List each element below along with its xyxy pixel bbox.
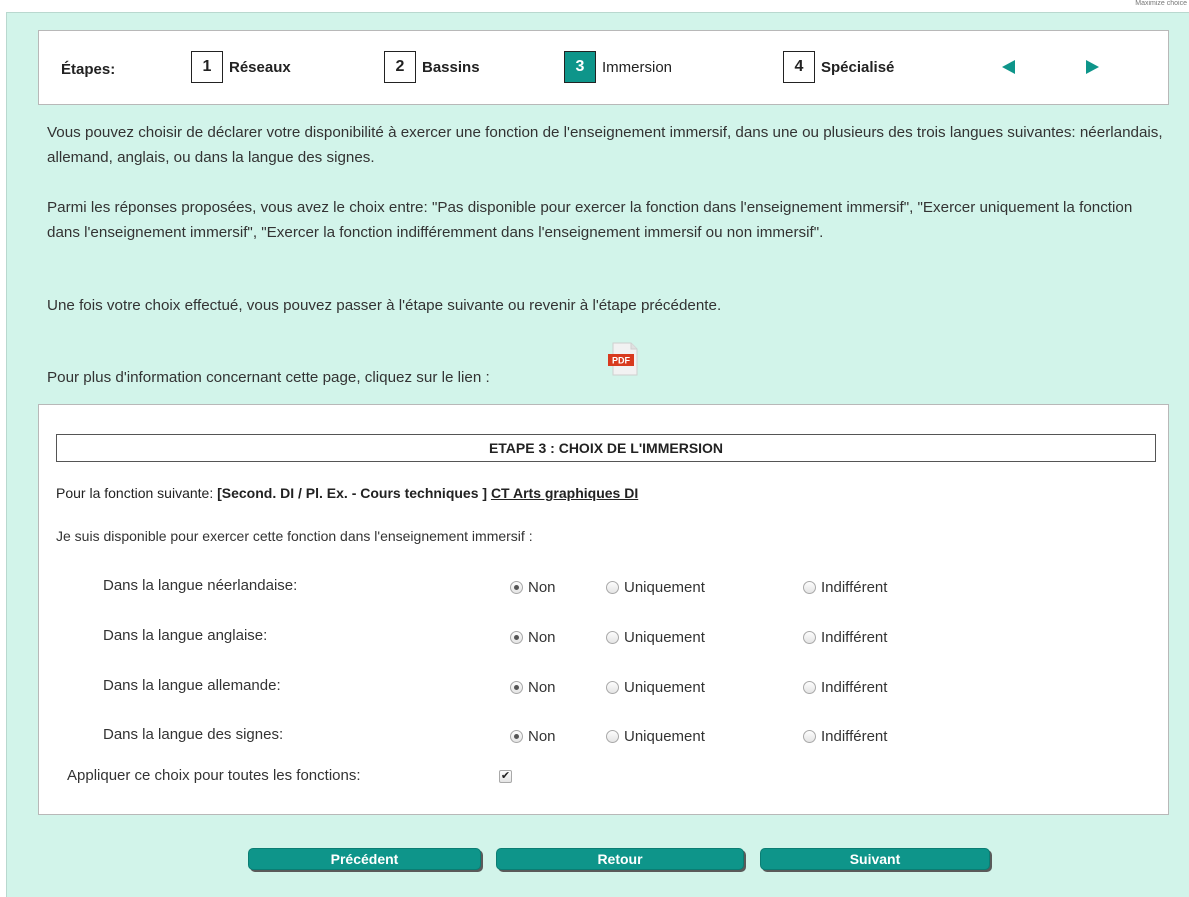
step-2-label: Bassins xyxy=(422,58,480,76)
intro-paragraph-1: Vous pouvez choisir de déclarer votre di… xyxy=(47,124,1163,166)
radio-option-indifferent[interactable]: Indifférent xyxy=(803,679,887,696)
row-label: Dans la langue néerlandaise: xyxy=(103,577,298,594)
radio-label: Uniquement xyxy=(624,579,705,596)
radio-option-non[interactable]: Non xyxy=(510,728,556,745)
radio-button[interactable] xyxy=(803,730,816,743)
radio-button[interactable] xyxy=(803,681,816,694)
radio-option-uniquement[interactable]: Uniquement xyxy=(606,629,705,646)
radio-label: Uniquement xyxy=(624,728,705,745)
radio-label: Indifférent xyxy=(821,679,888,696)
radio-label: Indifférent xyxy=(821,629,888,646)
language-row-english: Dans la langue anglaise: Non Uniquement … xyxy=(39,625,1170,649)
steps-bar: Étapes: 1 Réseaux 2 Bassins 3 Immersion … xyxy=(38,30,1169,105)
radio-button[interactable] xyxy=(510,681,523,694)
availability-text: Je suis disponible pour exercer cette fo… xyxy=(56,528,533,544)
radio-button[interactable] xyxy=(606,581,619,594)
radio-option-non[interactable]: Non xyxy=(510,679,556,696)
row-label: Dans la langue allemande: xyxy=(103,677,281,694)
radio-label: Non xyxy=(528,679,556,696)
radio-option-uniquement[interactable]: Uniquement xyxy=(606,579,705,596)
step-2[interactable]: 2 Bassins xyxy=(384,51,480,83)
next-button[interactable]: Suivant xyxy=(760,848,990,870)
back-button[interactable]: Retour xyxy=(496,848,744,870)
step-4-number: 4 xyxy=(783,51,815,83)
previous-step-arrow-icon[interactable] xyxy=(1002,60,1015,74)
radio-option-non[interactable]: Non xyxy=(510,579,556,596)
corner-text: Maximize choice xyxy=(1135,0,1187,7)
radio-option-uniquement[interactable]: Uniquement xyxy=(606,728,705,745)
pdf-icon-label: PDF xyxy=(612,356,631,366)
radio-option-non[interactable]: Non xyxy=(510,629,556,646)
step-1[interactable]: 1 Réseaux xyxy=(191,51,291,83)
step-4-label: Spécialisé xyxy=(821,58,895,76)
intro-paragraph-3: Une fois votre choix effectué, vous pouv… xyxy=(47,297,722,314)
step-3-label: Immersion xyxy=(602,58,673,76)
row-label: Dans la langue des signes: xyxy=(103,726,284,743)
step-2-number: 2 xyxy=(384,51,416,83)
radio-button[interactable] xyxy=(803,631,816,644)
radio-button[interactable] xyxy=(510,631,523,644)
radio-option-indifferent[interactable]: Indifférent xyxy=(803,579,887,596)
radio-button[interactable] xyxy=(803,581,816,594)
radio-button[interactable] xyxy=(606,730,619,743)
radio-label: Non xyxy=(528,629,556,646)
row-label: Dans la langue anglaise: xyxy=(103,627,268,644)
function-prefix: Pour la fonction suivante: xyxy=(56,485,218,501)
apply-all-label: Appliquer ce choix pour toutes les fonct… xyxy=(67,767,361,784)
step-3[interactable]: 3 Immersion xyxy=(564,51,672,83)
apply-all-checkbox[interactable]: ✔ xyxy=(499,770,512,783)
radio-option-indifferent[interactable]: Indifférent xyxy=(803,629,887,646)
radio-label: Indifférent xyxy=(821,728,888,745)
radio-button[interactable] xyxy=(606,681,619,694)
pdf-icon[interactable]: PDF xyxy=(605,341,643,379)
immersion-panel: ETAPE 3 : CHOIX DE L'IMMERSION Pour la f… xyxy=(38,404,1169,815)
previous-button[interactable]: Précédent xyxy=(248,848,481,870)
language-row-dutch: Dans la langue néerlandaise: Non Uniquem… xyxy=(39,575,1170,599)
radio-button[interactable] xyxy=(510,581,523,594)
step-3-number: 3 xyxy=(564,51,596,83)
radio-label: Non xyxy=(528,579,556,596)
intro-paragraph-2: Parmi les réponses proposées, vous avez … xyxy=(47,199,1133,241)
step-4[interactable]: 4 Spécialisé xyxy=(783,51,894,83)
radio-button[interactable] xyxy=(510,730,523,743)
steps-label: Étapes: xyxy=(61,61,116,78)
radio-option-indifferent[interactable]: Indifférent xyxy=(803,728,887,745)
function-link[interactable]: CT Arts graphiques DI xyxy=(491,485,638,501)
next-step-arrow-icon[interactable] xyxy=(1086,60,1099,74)
panel-title: ETAPE 3 : CHOIX DE L'IMMERSION xyxy=(56,434,1156,462)
step-1-number: 1 xyxy=(191,51,223,83)
radio-label: Indifférent xyxy=(821,579,888,596)
radio-label: Uniquement xyxy=(624,679,705,696)
function-category: [Second. DI / Pl. Ex. - Cours techniques… xyxy=(217,485,488,501)
function-line: Pour la fonction suivante: [Second. DI /… xyxy=(56,485,638,501)
step-1-label: Réseaux xyxy=(229,58,291,76)
radio-label: Uniquement xyxy=(624,629,705,646)
radio-button[interactable] xyxy=(606,631,619,644)
checkmark-icon: ✔ xyxy=(500,770,511,782)
language-row-sign: Dans la langue des signes: Non Uniquemen… xyxy=(39,724,1170,748)
language-row-german: Dans la langue allemande: Non Uniquement… xyxy=(39,675,1170,699)
radio-option-uniquement[interactable]: Uniquement xyxy=(606,679,705,696)
radio-label: Non xyxy=(528,728,556,745)
